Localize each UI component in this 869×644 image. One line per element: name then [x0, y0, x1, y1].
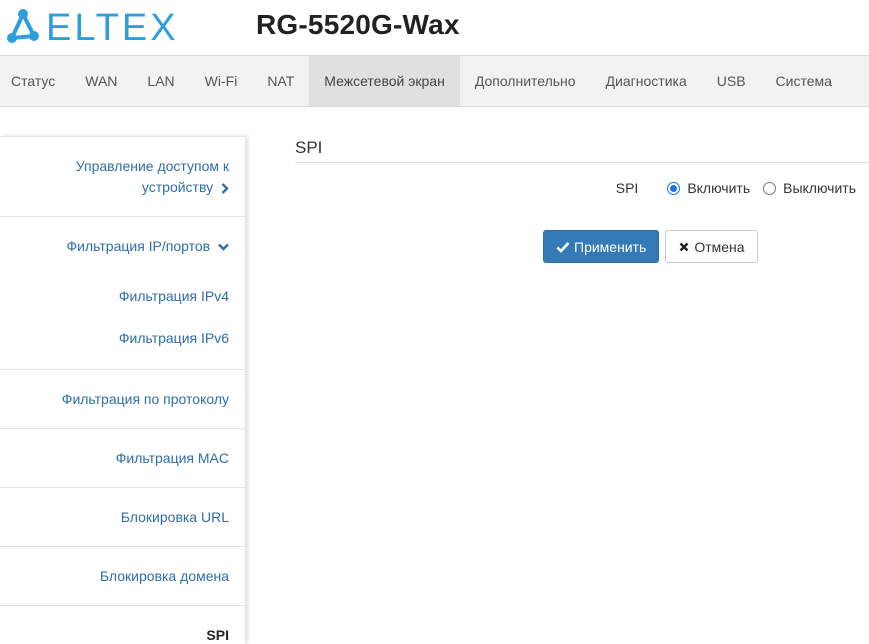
- nav-tab-wifi[interactable]: Wi-Fi: [190, 56, 253, 106]
- radio-unchecked-icon[interactable]: [763, 181, 777, 195]
- sidebar-item-label: Фильтрация IP/портов: [66, 238, 211, 254]
- spi-enable-radio[interactable]: Включить: [667, 180, 750, 196]
- nav-tab-wan[interactable]: WAN: [70, 56, 132, 106]
- sidebar-item-label-line2: устройству: [141, 179, 214, 195]
- sidebar-group-mac-filter: Фильтрация MAC: [0, 429, 245, 488]
- main-content: SPI SPI Включить Выключить Применить Отм…: [295, 130, 869, 263]
- cancel-button[interactable]: Отмена: [665, 230, 758, 263]
- chevron-down-icon: [218, 243, 229, 251]
- nav-tab-firewall[interactable]: Межсетевой экран: [309, 56, 460, 106]
- nav-tab-diagnostics[interactable]: Диагностика: [591, 56, 702, 106]
- top-nav: Статус WAN LAN Wi-Fi NAT Межсетевой экра…: [0, 55, 869, 107]
- sidebar: Управление доступом к устройству Фильтра…: [0, 136, 245, 644]
- svg-text:ELTEX: ELTEX: [46, 7, 179, 48]
- sidebar-item-spi[interactable]: SPI: [0, 606, 245, 644]
- sidebar-group-domain-block: Блокировка домена: [0, 547, 245, 606]
- apply-button[interactable]: Применить: [543, 230, 660, 263]
- nav-tab-usb[interactable]: USB: [702, 56, 761, 106]
- nav-tab-lan[interactable]: LAN: [132, 56, 189, 106]
- spi-disable-label: Выключить: [783, 180, 856, 196]
- nav-tab-advanced[interactable]: Дополнительно: [460, 56, 591, 106]
- sidebar-group-url-block: Блокировка URL: [0, 488, 245, 547]
- nav-tab-nat[interactable]: NAT: [252, 56, 309, 106]
- check-icon: [556, 241, 570, 253]
- sidebar-item-protocol-filter[interactable]: Фильтрация по протоколу: [0, 370, 245, 428]
- sidebar-item-domain-block[interactable]: Блокировка домена: [0, 547, 245, 605]
- spi-disable-radio[interactable]: Выключить: [763, 180, 856, 196]
- apply-button-label: Применить: [574, 238, 647, 255]
- chevron-right-icon: [221, 182, 229, 194]
- sidebar-item-ipv4-filter[interactable]: Фильтрация IPv4: [0, 275, 245, 317]
- form-buttons: Применить Отмена: [543, 230, 758, 263]
- sidebar-group-spi: SPI: [0, 606, 245, 644]
- header: ELTEX RG-5520G-Wax: [0, 0, 869, 55]
- spi-setting-row: SPI Включить Выключить: [616, 180, 856, 196]
- sidebar-item-ipv6-filter[interactable]: Фильтрация IPv6: [0, 317, 245, 359]
- sidebar-group-access-control: Управление доступом к устройству: [0, 137, 245, 217]
- sidebar-item-mac-filter[interactable]: Фильтрация MAC: [0, 429, 245, 487]
- sidebar-item-access-control[interactable]: Управление доступом к устройству: [0, 137, 245, 216]
- sidebar-item-url-block[interactable]: Блокировка URL: [0, 488, 245, 546]
- sidebar-item-ip-port-filter[interactable]: Фильтрация IP/портов: [0, 217, 245, 275]
- spi-enable-label: Включить: [687, 180, 751, 196]
- nav-tab-status[interactable]: Статус: [0, 56, 70, 106]
- section-title: SPI: [295, 130, 869, 163]
- spi-field-label: SPI: [615, 180, 639, 196]
- sidebar-group-ip-port-filter: Фильтрация IP/портов Фильтрация IPv4 Фил…: [0, 217, 245, 370]
- close-icon: [678, 241, 690, 253]
- sidebar-item-label-line1: Управление доступом к: [75, 158, 229, 174]
- device-model-title: RG-5520G-Wax: [256, 9, 460, 40]
- cancel-button-label: Отмена: [694, 238, 745, 255]
- eltex-logo: ELTEX: [7, 7, 179, 48]
- radio-checked-icon[interactable]: [667, 181, 681, 195]
- sidebar-group-protocol-filter: Фильтрация по протоколу: [0, 370, 245, 429]
- nav-tab-system[interactable]: Система: [761, 56, 847, 106]
